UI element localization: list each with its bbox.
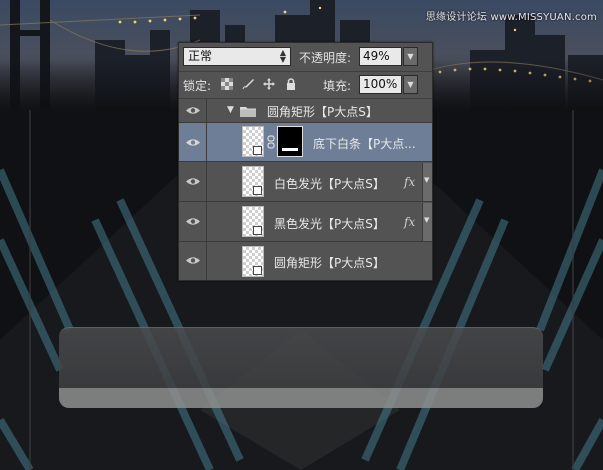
lock-fill-row: 锁定: 填充: 100% ▼ <box>179 72 432 99</box>
visibility-toggle[interactable] <box>179 202 207 241</box>
select-arrows-icon: ▲ ▼ <box>279 48 286 64</box>
fill-dropdown-button[interactable]: ▼ <box>403 75 418 94</box>
opacity-dropdown-button[interactable]: ▼ <box>403 47 418 66</box>
layer-name: 白色发光【P大点S】 <box>274 177 385 191</box>
layer-thumbnail <box>242 166 264 197</box>
group-expand-triangle-icon[interactable]: ▼ <box>227 105 234 115</box>
lock-position-move-icon[interactable] <box>263 78 275 90</box>
fill-input[interactable]: 100% <box>359 75 402 94</box>
lock-label: 锁定: <box>183 79 212 93</box>
fill-value: 100% <box>363 77 398 91</box>
layer-thumbnail <box>242 126 264 157</box>
layer-thumbnail <box>242 206 264 237</box>
blend-opacity-row: 正常 ▲ ▼ 不透明度: 49% ▼ <box>179 43 432 72</box>
opacity-value: 49% <box>363 49 390 63</box>
lock-image-pixels-brush-icon[interactable] <box>242 78 254 90</box>
eye-icon <box>186 218 200 225</box>
visibility-toggle[interactable] <box>179 99 207 122</box>
smart-object-icon <box>253 146 262 155</box>
watermark-text: 思缘设计论坛 www.MISSYUAN.com <box>425 12 597 23</box>
eye-icon <box>186 178 200 185</box>
smart-object-icon <box>253 186 262 195</box>
layer-row[interactable]: 圆角矩形【P大点S】 <box>179 242 432 280</box>
chevron-down-icon: ▼ <box>407 80 414 89</box>
eye-icon <box>186 257 200 264</box>
effects-expand-toggle[interactable]: ▼ <box>422 163 432 201</box>
fx-icon[interactable]: fx <box>404 215 415 229</box>
layer-row-selected[interactable]: 底下白条【P大点... <box>179 123 432 162</box>
fill-label: 填充: <box>323 79 352 93</box>
layer-group-row[interactable]: ▼ 圆角矩形【P大点S】 <box>179 99 432 123</box>
lock-transparent-pixels-icon[interactable] <box>221 78 233 90</box>
bottom-white-strip <box>59 388 543 408</box>
folder-icon <box>240 107 256 117</box>
chevron-down-icon: ▼ <box>424 216 430 224</box>
rounded-rectangle-bar <box>59 327 543 408</box>
fx-icon[interactable]: fx <box>404 175 415 189</box>
chevron-down-icon: ▼ <box>424 176 430 184</box>
layers-panel: 正常 ▲ ▼ 不透明度: 49% ▼ 锁定: 填充: 100% ▼ ▼ 圆角矩形… <box>178 42 433 281</box>
visibility-toggle[interactable] <box>179 123 207 161</box>
blend-mode-select[interactable]: 正常 ▲ ▼ <box>183 47 291 66</box>
mask-link-icon[interactable] <box>267 135 275 149</box>
layer-row[interactable]: 黑色发光【P大点S】 fx ▼ <box>179 202 432 242</box>
lock-all-icon[interactable] <box>285 78 297 90</box>
visibility-toggle[interactable] <box>179 242 207 280</box>
smart-object-icon <box>253 226 262 235</box>
blend-mode-value: 正常 <box>188 49 213 63</box>
eye-icon <box>186 139 200 146</box>
opacity-input[interactable]: 49% <box>359 47 402 66</box>
layer-name: 圆角矩形【P大点S】 <box>274 256 385 270</box>
layer-name: 底下白条【P大点... <box>313 137 416 151</box>
group-name: 圆角矩形【P大点S】 <box>267 105 378 119</box>
layer-thumbnail <box>242 246 264 277</box>
opacity-label: 不透明度: <box>299 51 352 65</box>
visibility-toggle[interactable] <box>179 162 207 201</box>
layer-name: 黑色发光【P大点S】 <box>274 217 385 231</box>
layer-mask-thumbnail[interactable] <box>277 126 303 157</box>
smart-object-icon <box>253 266 262 275</box>
layer-row[interactable]: 白色发光【P大点S】 fx ▼ <box>179 162 432 202</box>
chevron-down-icon: ▼ <box>407 52 414 61</box>
effects-expand-toggle[interactable]: ▼ <box>422 203 432 241</box>
eye-icon <box>186 107 200 114</box>
